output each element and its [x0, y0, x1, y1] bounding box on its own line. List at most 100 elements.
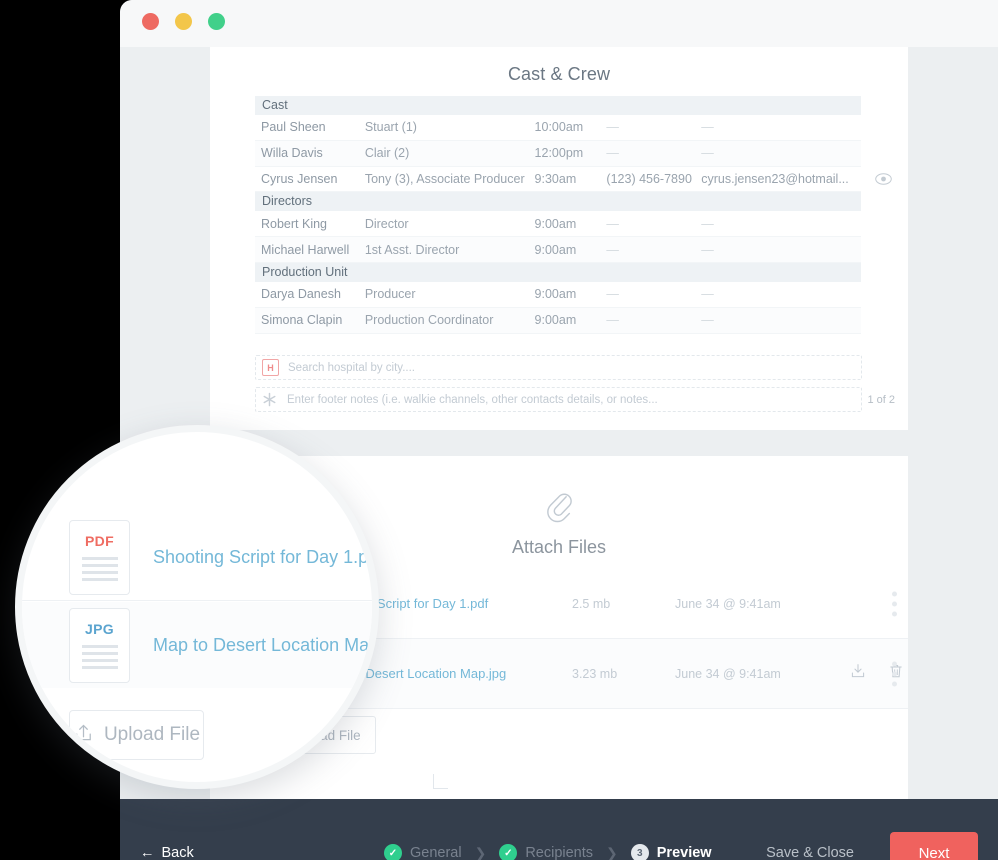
pdf-file-icon: PDF	[69, 519, 130, 595]
step-label: General	[410, 845, 462, 860]
cell-name: Cyrus Jensen	[261, 171, 338, 186]
table-row[interactable]: Simona Clapin Production Coordinator 9:0…	[255, 307, 861, 334]
cell-time: 10:00am	[534, 120, 584, 135]
cell-email: —	[701, 242, 714, 257]
magnifier-content: PDF Shooting Script for Day 1.pdf JPG Ma…	[22, 432, 372, 782]
step-preview[interactable]: 3 Preview	[630, 844, 712, 860]
table-row[interactable]: Paul Sheen Stuart (1) 10:00am — —	[255, 115, 861, 141]
cell-email: —	[701, 120, 714, 135]
table-row[interactable]: Darya Danesh Producer 9:00am — —	[255, 282, 861, 308]
cell-phone: (123) 456-7890	[606, 171, 692, 186]
file-lines	[81, 556, 118, 585]
zoom-window-icon[interactable]	[208, 13, 225, 30]
step-label: Recipients	[525, 845, 594, 860]
check-icon: ✓	[499, 844, 518, 860]
cast-crew-table: Cast Paul Sheen Stuart (1) 10:00am — — W…	[255, 96, 892, 334]
upload-button-edge-fragment	[433, 774, 448, 789]
step-general[interactable]: ✓ General	[384, 844, 462, 860]
step-number-badge: 3	[630, 844, 649, 860]
hospital-search-placeholder: Search hospital by city....	[288, 361, 415, 374]
close-window-icon[interactable]	[142, 13, 159, 30]
row-menu-icon[interactable]	[892, 661, 897, 686]
cell-role: Stuart (1)	[364, 120, 417, 135]
cell-role: Production Coordinator	[364, 313, 494, 328]
cell-phone: —	[606, 216, 619, 231]
window-titlebar	[120, 0, 998, 47]
chevron-right-icon: ❯	[474, 844, 487, 860]
hospital-icon: H	[262, 359, 279, 376]
cell-name: Robert King	[261, 216, 328, 231]
file-type-label: JPG	[85, 620, 114, 637]
page-counter: 1 of 2	[867, 393, 895, 406]
file-date: June 34 @ 9:41am	[675, 596, 781, 611]
cell-email: —	[701, 313, 714, 328]
cell-email: —	[701, 216, 714, 231]
cell-role: Producer	[364, 287, 416, 302]
footer-notes-field[interactable]: Enter footer notes (i.e. walkie channels…	[255, 387, 895, 412]
chevron-right-icon: ❯	[606, 844, 618, 860]
minimize-window-icon[interactable]	[175, 13, 192, 30]
cell-name: Darya Danesh	[261, 287, 341, 302]
cell-phone: —	[606, 242, 619, 257]
footer-notes-placeholder: Enter footer notes (i.e. walkie channels…	[287, 393, 658, 406]
file-name[interactable]: Shooting Script for Day 1.pdf	[153, 547, 372, 568]
cell-role: Clair (2)	[364, 146, 410, 161]
table-group-header: Directors	[255, 192, 861, 212]
list-item[interactable]: JPG Map to Desert Location Map.jpg	[22, 602, 372, 688]
file-lines	[81, 644, 118, 673]
cell-phone: —	[606, 313, 619, 328]
traffic-light-group	[142, 13, 225, 30]
upload-file-button[interactable]: Upload File	[69, 710, 204, 760]
cell-phone: —	[606, 146, 619, 161]
magnifier-lens: PDF Shooting Script for Day 1.pdf JPG Ma…	[15, 425, 379, 789]
divider	[22, 600, 372, 601]
wizard-step-indicator: ✓ General ❯ ✓ Recipients ❯ 3 Preview	[384, 844, 712, 860]
row-menu-icon[interactable]	[892, 591, 897, 616]
cell-time: 9:00am	[534, 242, 577, 257]
cell-time: 9:00am	[534, 216, 577, 231]
cell-phone: —	[606, 287, 619, 302]
hospital-search-field[interactable]: H Search hospital by city....	[255, 355, 862, 380]
cell-time: 9:30am	[534, 171, 577, 186]
file-name[interactable]: Map to Desert Location Map.jpg	[153, 635, 372, 656]
cell-email: —	[701, 287, 714, 302]
cell-email: —	[701, 146, 714, 161]
cell-role: Tony (3), Associate Producer	[364, 171, 525, 186]
list-item[interactable]: PDF Shooting Script for Day 1.pdf	[22, 514, 372, 600]
upload-icon	[73, 722, 94, 749]
screenshot-stage: Cast & Crew Cast Paul Sheen Stuart (1) 1…	[0, 0, 998, 860]
table-row[interactable]: Cyrus Jensen Tony (3), Associate Produce…	[255, 167, 892, 193]
cell-time: 9:00am	[534, 287, 577, 302]
cast-crew-sheet: Cast & Crew Cast Paul Sheen Stuart (1) 1…	[210, 47, 908, 430]
download-icon[interactable]	[850, 663, 866, 684]
step-recipients[interactable]: ✓ Recipients	[499, 844, 593, 860]
cell-time: 12:00pm	[534, 146, 584, 161]
file-size: 2.5 mb	[572, 596, 611, 611]
file-type-label: PDF	[85, 532, 114, 549]
cell-time: 9:00am	[534, 313, 577, 328]
back-button-label: Back	[161, 845, 194, 860]
table-row[interactable]: Robert King Director 9:00am — —	[255, 211, 861, 238]
back-arrow-icon: ←	[140, 845, 155, 860]
wizard-bottom-bar: ← Back ✓ General ❯ ✓ Recipients ❯ 3 Prev…	[120, 799, 998, 860]
cell-name: Paul Sheen	[261, 120, 326, 135]
table-row[interactable]: Michael Harwell 1st Asst. Director 9:00a…	[255, 237, 861, 263]
eye-icon[interactable]	[875, 173, 892, 185]
step-label: Preview	[656, 845, 712, 860]
cell-role: Director	[364, 216, 409, 231]
cell-email: cyrus.jensen23@hotmail...	[701, 171, 849, 186]
cell-phone: —	[606, 120, 619, 135]
jpg-file-icon: JPG	[69, 607, 130, 683]
file-size: 3.23 mb	[572, 666, 618, 681]
cell-role: 1st Asst. Director	[364, 242, 460, 257]
next-button[interactable]: Next	[890, 832, 978, 860]
cell-name: Willa Davis	[261, 146, 323, 161]
save-and-close-button[interactable]: Save & Close	[766, 845, 854, 860]
cell-name: Michael Harwell	[261, 242, 350, 257]
page-title: Cast & Crew	[507, 64, 611, 84]
table-row[interactable]: Willa Davis Clair (2) 12:00pm — —	[255, 140, 861, 167]
asterisk-icon	[261, 391, 278, 408]
table-group-header: Cast	[255, 96, 861, 115]
table-group-header: Production Unit	[255, 262, 861, 282]
back-button[interactable]: ← Back	[140, 845, 194, 860]
